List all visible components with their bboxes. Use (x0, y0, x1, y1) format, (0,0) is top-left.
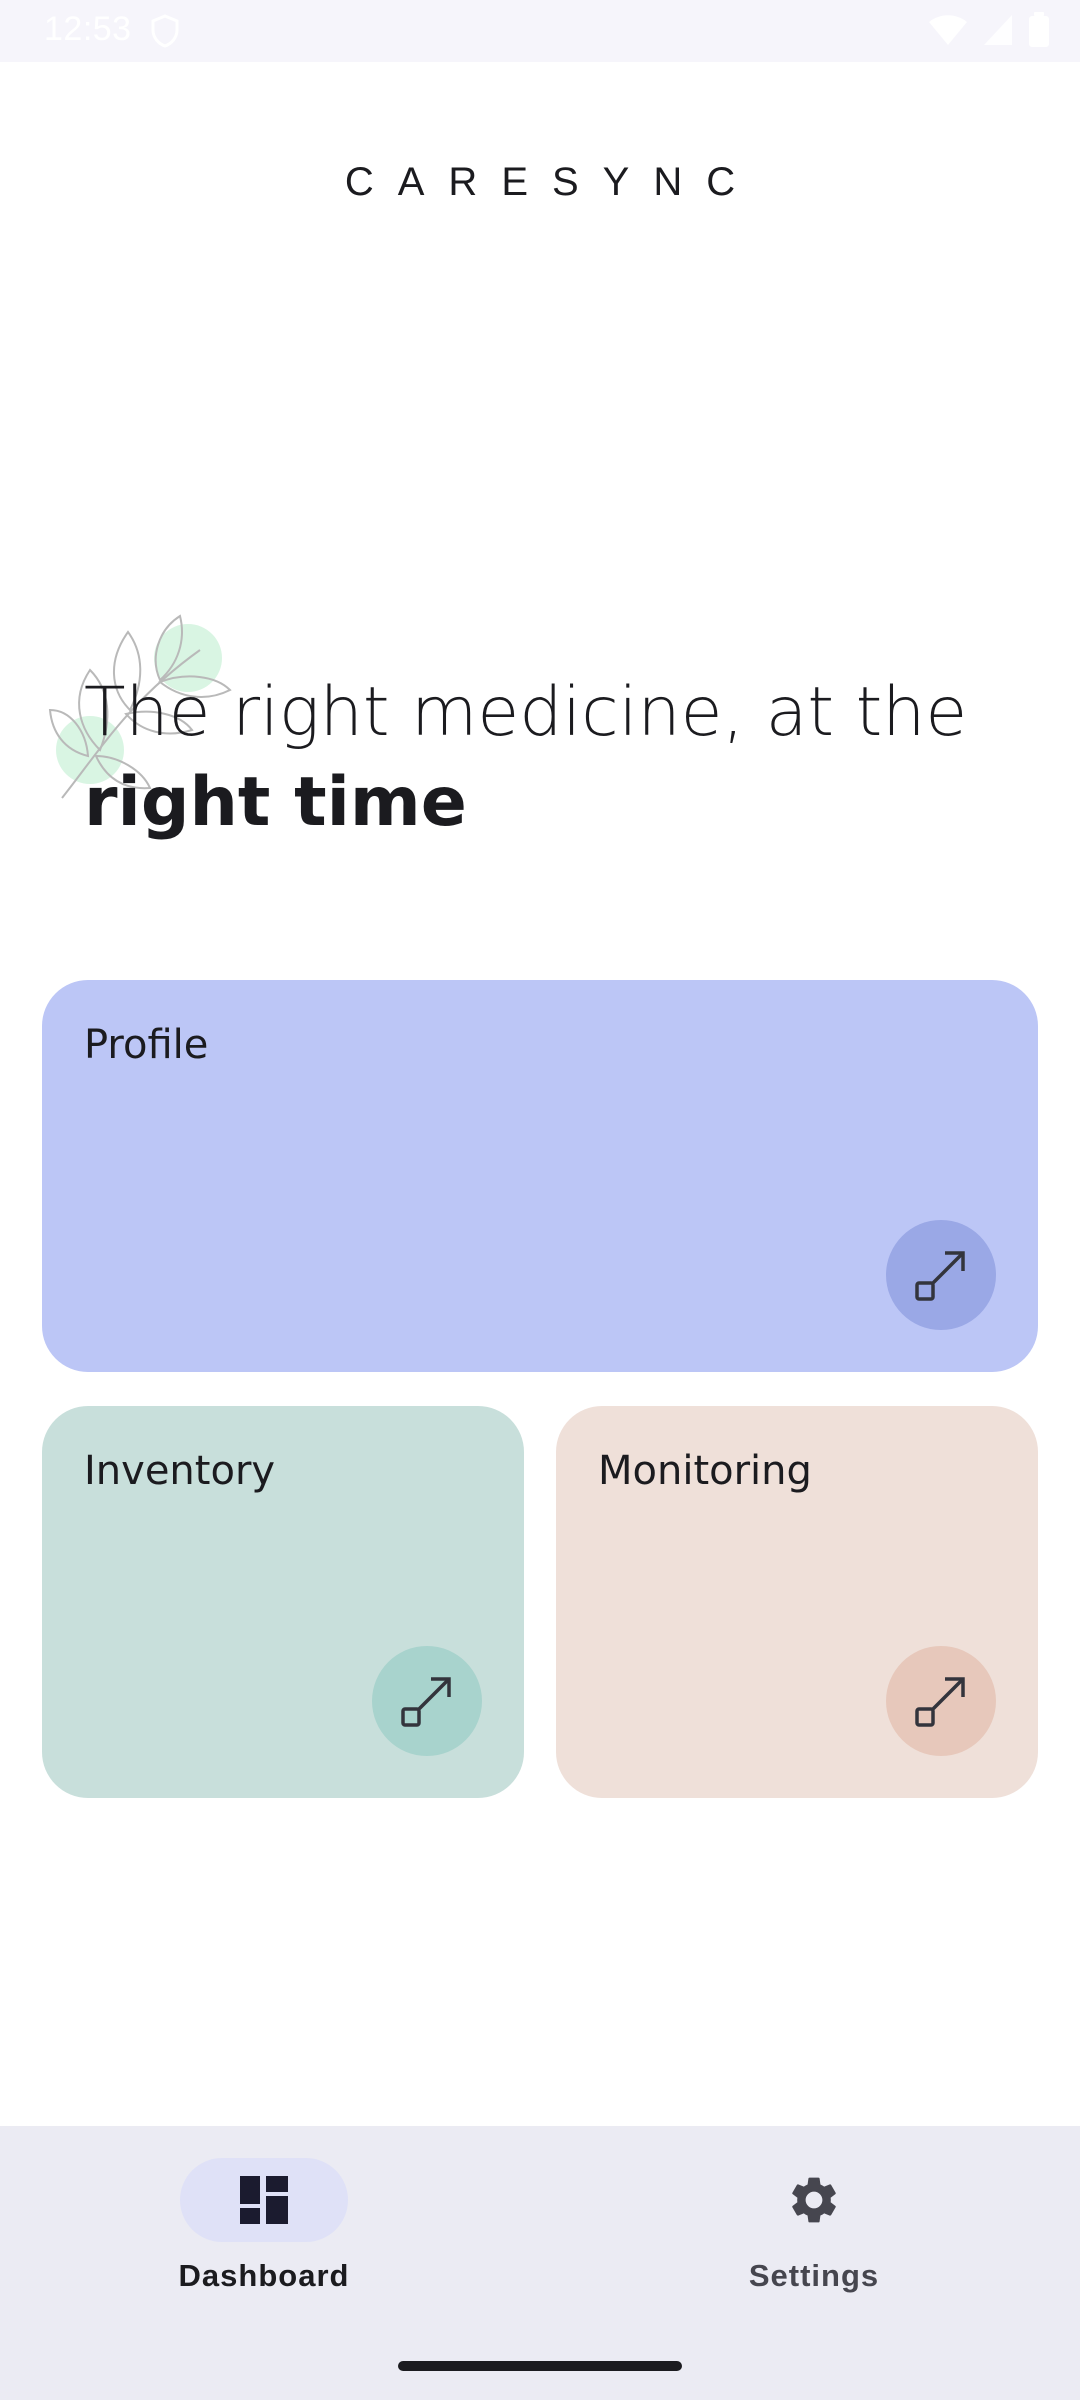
dashboard-icon (240, 2176, 288, 2224)
wifi-icon (929, 15, 967, 45)
screen: 12:53 CARESYNC The right medicine, at th… (0, 0, 1080, 2400)
nav-label-dashboard: Dashboard (178, 2258, 350, 2293)
nav-active-indicator (180, 2158, 348, 2242)
status-icons (928, 12, 1050, 48)
profile-card[interactable]: Profile (42, 980, 1038, 1372)
hero-line-1: The right medicine, at the (84, 673, 968, 752)
nav-item-settings[interactable]: Settings (664, 2158, 964, 2294)
gear-icon (792, 2177, 836, 2223)
open-in-full-icon (401, 1677, 451, 1727)
inventory-open-button[interactable] (372, 1646, 482, 1756)
battery-icon (1029, 12, 1049, 47)
shield-icon (151, 14, 179, 48)
profile-card-label: Profile (84, 1022, 209, 1068)
open-in-full-icon (915, 1251, 965, 1301)
nav-label-settings: Settings (748, 2258, 880, 2293)
home-indicator[interactable] (398, 2361, 682, 2371)
monitoring-card[interactable]: Monitoring (556, 1406, 1038, 1798)
monitoring-open-button[interactable] (886, 1646, 996, 1756)
app-title: CARESYNC (344, 160, 760, 204)
nav-item-dashboard[interactable]: Dashboard (114, 2158, 414, 2294)
open-in-full-icon (915, 1677, 965, 1727)
profile-open-button[interactable] (886, 1220, 996, 1330)
monitoring-card-label: Monitoring (598, 1448, 812, 1494)
bottom-navigation: Dashboard Settings (0, 2126, 1080, 2400)
status-bar: 12:53 (0, 0, 1080, 62)
signal-icon (984, 15, 1012, 45)
inventory-card-label: Inventory (84, 1448, 276, 1494)
inventory-card[interactable]: Inventory (42, 1406, 524, 1798)
hero-tagline: The right medicine, at the right time (84, 668, 1044, 848)
hero-line-2: right time (84, 763, 467, 842)
nav-settings-icon-wrap (730, 2158, 898, 2242)
status-time: 12:53 (44, 10, 132, 48)
